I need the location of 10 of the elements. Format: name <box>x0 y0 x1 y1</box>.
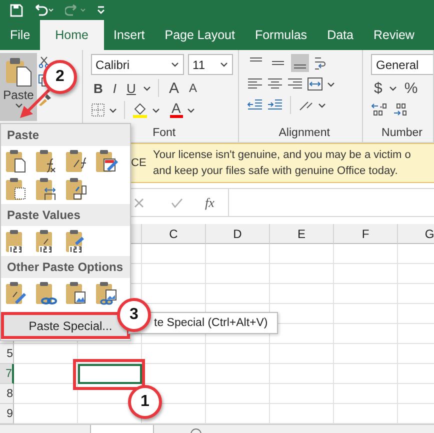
group-label: Alignment <box>278 127 331 141</box>
menu-section-header: Paste <box>1 124 130 146</box>
message-text: and keep your files safe with genuine Office today. <box>153 164 399 179</box>
group-label: Font <box>152 127 177 141</box>
group-label: Number <box>380 127 424 141</box>
message-text: Your license isn't genuine, and you may be a victim o <box>153 148 411 163</box>
step-callout: 1 <box>128 385 162 419</box>
message-title: CE <box>131 157 148 169</box>
menu-section-header: Other Paste Options <box>1 256 130 278</box>
menu-section-header: Paste Values <box>1 204 130 226</box>
